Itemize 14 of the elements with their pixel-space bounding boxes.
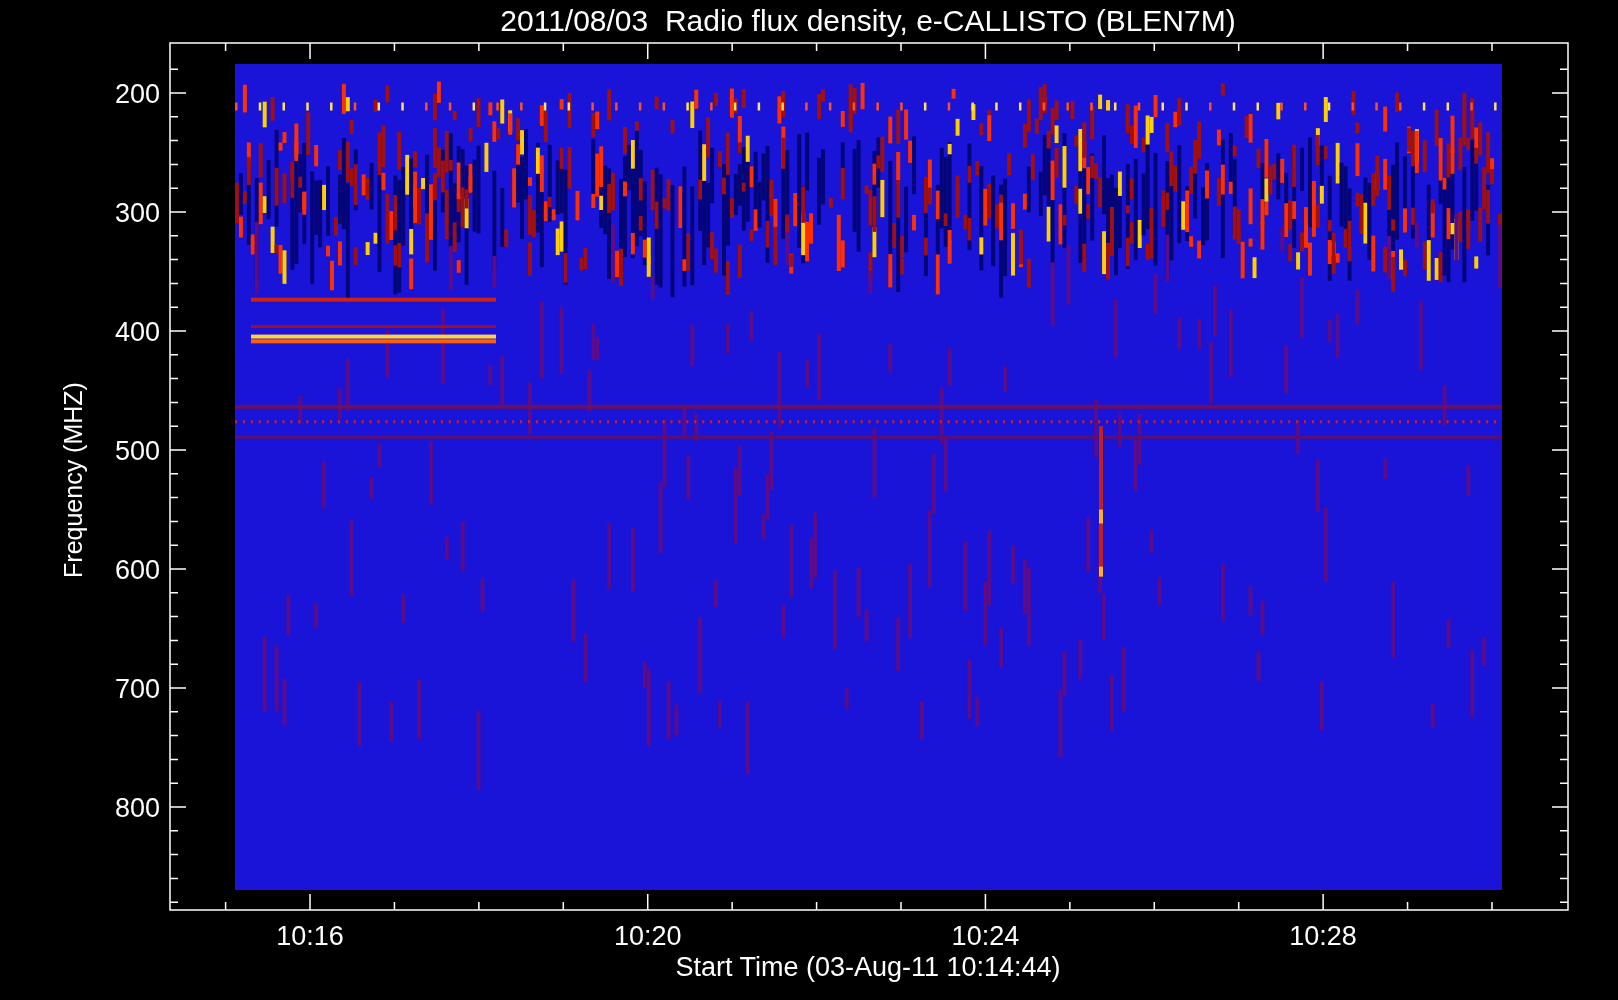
tick-label: 300 xyxy=(114,198,160,228)
tick-label: 500 xyxy=(114,436,160,466)
tick-label: 600 xyxy=(114,555,160,585)
tick-label: 200 xyxy=(114,79,160,109)
y-axis-label: Frequency (MHZ) xyxy=(59,382,87,578)
tick-label: 400 xyxy=(114,317,160,347)
tick-label: 800 xyxy=(114,793,160,823)
x-axis-label: Start Time (03-Aug-11 10:14:44) xyxy=(675,952,1061,982)
tick-label: 10:16 xyxy=(276,921,344,951)
tick-label: 10:28 xyxy=(1289,921,1357,951)
chart-title: 2011/08/03 Radio flux density, e-CALLISTO (BLEN7M) xyxy=(500,4,1236,37)
tick-label: 10:24 xyxy=(951,921,1020,951)
tick-label: 10:20 xyxy=(613,921,682,951)
tick-label: 700 xyxy=(114,674,160,704)
